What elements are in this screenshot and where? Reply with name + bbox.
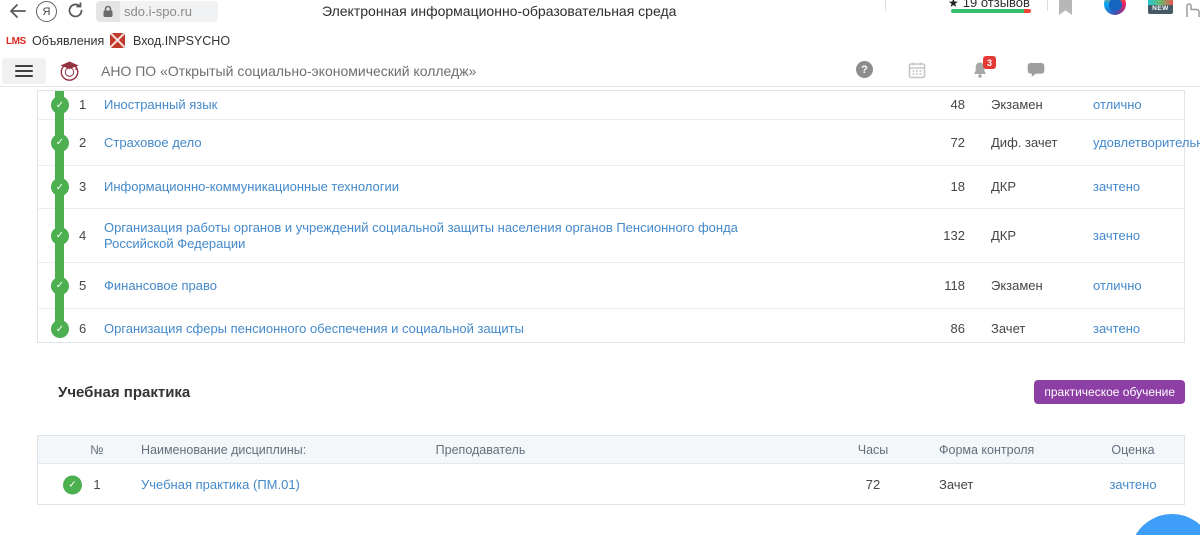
completed-check-icon: ✓ — [51, 178, 69, 196]
college-logo — [56, 57, 83, 84]
college-name: АНО ПО «Открытый социально-экономический… — [101, 63, 476, 79]
discipline-link[interactable]: Финансовое право — [104, 278, 217, 293]
toolbar-divider — [1047, 0, 1048, 11]
practice-link[interactable]: Учебная практика (ПМ.01) — [141, 477, 300, 492]
new-extension-icon[interactable]: NEW — [1148, 0, 1173, 14]
practical-training-badge: практическое обучение — [1034, 380, 1185, 404]
grade-link[interactable]: зачтено — [1109, 477, 1156, 492]
row-number: 3 — [79, 179, 101, 195]
completed-check-icon: ✓ — [51, 320, 69, 338]
extension-icon[interactable] — [1104, 0, 1126, 15]
completed-check-icon: ✓ — [63, 475, 82, 494]
table-row: ✓ 5 Финансовое право 118 Экзамен отлично — [38, 263, 1184, 309]
row-number: 5 — [79, 278, 101, 294]
hours-value: 86 — [923, 321, 965, 337]
notification-count-badge: 3 — [983, 56, 996, 69]
inpsycho-favicon — [110, 33, 125, 48]
lock-icon[interactable] — [96, 1, 120, 22]
row-number: 1 — [79, 97, 101, 113]
table-row: ✓ 4 Организация работы органов и учрежде… — [38, 209, 1184, 263]
discipline-link[interactable]: Страховое дело — [104, 135, 202, 150]
hours-value: 48 — [923, 97, 965, 113]
discipline-link[interactable]: Информационно-коммуникационные технологи… — [104, 179, 399, 194]
hand-cursor-icon[interactable] — [1183, 0, 1200, 17]
table-row: ✓ 1 Учебная практика (ПМ.01) 72 Зачет за… — [38, 464, 1184, 505]
completed-check-icon: ✓ — [51, 277, 69, 295]
browser-toolbar: Я sdo.i-spo.ru Электронная информационно… — [0, 0, 1200, 29]
grade-link[interactable]: отлично — [1093, 97, 1142, 112]
column-header-name: Наименование дисциплины: — [141, 443, 306, 457]
hours-value: 18 — [923, 179, 965, 195]
lms-favicon: LMS — [6, 36, 26, 47]
yandex-browser-icon[interactable]: Я — [36, 1, 57, 22]
completed-check-icon: ✓ — [51, 227, 69, 245]
chat-widget-button[interactable] — [1130, 514, 1200, 535]
help-icon[interactable]: ? — [856, 61, 873, 78]
hours-value: 72 — [923, 135, 965, 151]
row-number: 6 — [79, 321, 101, 337]
bookmark-inpsycho[interactable]: Вход.INPSYCHO — [133, 34, 230, 48]
bookmark-flag-icon[interactable] — [1058, 0, 1073, 15]
table-row: ✓ 1 Иностранный язык 48 Экзамен отлично — [38, 91, 1184, 120]
discipline-link[interactable]: Иностранный язык — [104, 97, 217, 112]
url-bar[interactable]: sdo.i-spo.ru — [120, 1, 218, 22]
reviews-underline-green — [951, 9, 1024, 13]
row-number: 2 — [79, 135, 101, 151]
completed-check-icon: ✓ — [51, 134, 69, 152]
hours-value: 118 — [923, 278, 965, 294]
browser-window: Я sdo.i-spo.ru Электронная информационно… — [0, 0, 1200, 535]
bookmark-announcements[interactable]: Объявления — [32, 34, 104, 48]
sidebar-toggle-button[interactable] — [2, 58, 46, 84]
refresh-icon[interactable] — [66, 1, 86, 21]
column-header-hours: Часы — [850, 443, 896, 457]
column-header-grade: Оценка — [1083, 443, 1183, 457]
url-text: sdo.i-spo.ru — [124, 4, 192, 19]
messages-icon[interactable] — [1027, 62, 1045, 78]
column-header-num: № — [86, 443, 108, 457]
control-form: Зачет — [939, 477, 1059, 493]
discipline-link[interactable]: Организация работы органов и учреждений … — [104, 220, 738, 251]
hours-value: 132 — [923, 228, 965, 244]
table-row: ✓ 2 Страховое дело 72 Диф. зачет удовлет… — [38, 120, 1184, 166]
grade-link[interactable]: зачтено — [1093, 228, 1140, 243]
grade-link[interactable]: зачтено — [1093, 321, 1140, 336]
practice-table: № Наименование дисциплины: Преподаватель… — [37, 435, 1185, 505]
new-icon-label: NEW — [1148, 5, 1173, 13]
column-header-teacher: Преподаватель — [418, 443, 543, 457]
discipline-link[interactable]: Организация сферы пенсионного обеспечени… — [104, 321, 524, 336]
section-title: Учебная практика — [58, 384, 190, 401]
bookmarks-bar: LMS Объявления Вход.INPSYCHO — [0, 28, 1200, 56]
calendar-icon[interactable] — [908, 61, 926, 79]
grade-link[interactable]: зачтено — [1093, 179, 1140, 194]
back-icon[interactable] — [8, 1, 28, 21]
browser-tab-title: Электронная информационно-образовательна… — [322, 3, 676, 19]
hours-value: 72 — [850, 477, 896, 493]
reviews-underline-red — [1024, 9, 1031, 13]
row-number: 4 — [79, 228, 101, 244]
toolbar-divider — [885, 0, 886, 11]
completed-check-icon: ✓ — [51, 96, 69, 114]
table-row: ✓ 6 Организация сферы пенсионного обеспе… — [38, 309, 1184, 349]
disciplines-table: ✓ 1 Иностранный язык 48 Экзамен отлично … — [37, 90, 1185, 343]
grade-link[interactable]: отлично — [1093, 278, 1142, 293]
column-header-control: Форма контроля — [939, 443, 1059, 457]
app-header: АНО ПО «Открытый социально-экономический… — [0, 55, 1200, 87]
row-number: 1 — [86, 477, 108, 493]
grade-link[interactable]: удовлетворительно — [1093, 135, 1200, 150]
table-header-row: № Наименование дисциплины: Преподаватель… — [38, 436, 1184, 464]
table-row: ✓ 3 Информационно-коммуникационные техно… — [38, 166, 1184, 209]
